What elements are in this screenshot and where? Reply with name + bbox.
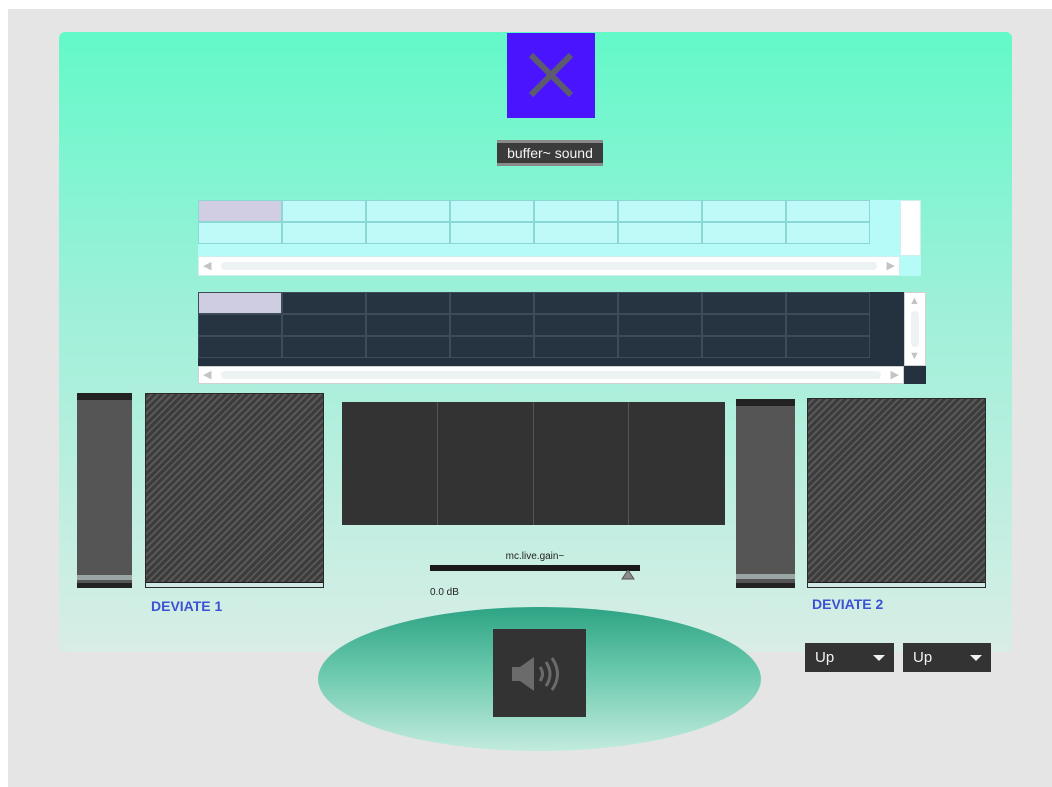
- grid-cell[interactable]: [534, 200, 618, 222]
- grid-cell[interactable]: [534, 336, 618, 358]
- light-grid-padding: [871, 200, 900, 256]
- dark-grid-padding: [871, 292, 904, 366]
- direction-dropdown-1[interactable]: Up: [805, 643, 894, 672]
- grid-cell[interactable]: [198, 336, 282, 358]
- grid-cell[interactable]: [618, 314, 702, 336]
- light-cell-grid[interactable]: [198, 200, 871, 244]
- gain-slider[interactable]: [430, 565, 640, 571]
- direction-dropdown-2[interactable]: Up: [903, 643, 991, 672]
- meter-segment: [629, 402, 725, 525]
- grid-cell[interactable]: [786, 222, 870, 244]
- grid-cell[interactable]: [366, 314, 450, 336]
- chevron-down-icon: [970, 655, 982, 661]
- gain-thumb-icon[interactable]: [621, 570, 635, 580]
- deviate2-xy-pad[interactable]: [807, 398, 986, 588]
- gain-value: 0.0 dB: [430, 587, 459, 598]
- grid-cell[interactable]: [198, 222, 282, 244]
- dark-grid-horizontal-scrollbar[interactable]: ◀ ▶: [198, 366, 904, 384]
- dark-grid-filler: [198, 358, 871, 366]
- deviate1-slider[interactable]: [77, 393, 132, 588]
- grid-cell[interactable]: [534, 314, 618, 336]
- grid-cell[interactable]: [450, 314, 534, 336]
- grid-cell[interactable]: [282, 200, 366, 222]
- grid-cell[interactable]: [618, 200, 702, 222]
- dropdown-value: Up: [913, 649, 933, 666]
- scroll-left-icon[interactable]: ◀: [203, 260, 211, 272]
- grid-cell[interactable]: [282, 292, 366, 314]
- close-icon: [528, 52, 574, 98]
- light-grid-filler: [198, 244, 871, 256]
- scroll-right-icon[interactable]: ▶: [887, 260, 895, 272]
- scroll-track[interactable]: [221, 262, 877, 270]
- dark-grid-corner: [904, 366, 926, 384]
- dark-cell-grid[interactable]: [198, 292, 871, 358]
- gain-object-name: mc.live.gain~: [505, 551, 565, 562]
- grid-cell[interactable]: [702, 200, 786, 222]
- scroll-down-icon[interactable]: ▼: [909, 350, 920, 362]
- grid-cell[interactable]: [366, 336, 450, 358]
- grid-cell[interactable]: [534, 292, 618, 314]
- slider-knob[interactable]: [77, 575, 132, 580]
- chevron-down-icon: [873, 655, 885, 661]
- grid-cell[interactable]: [618, 222, 702, 244]
- light-grid-corner: [900, 256, 921, 276]
- scroll-up-icon[interactable]: ▲: [909, 295, 920, 307]
- scroll-left-icon[interactable]: ◀: [203, 369, 211, 381]
- pad-strip: [808, 582, 985, 587]
- light-grid-horizontal-scrollbar[interactable]: ◀ ▶: [198, 256, 900, 276]
- grid-cell[interactable]: [786, 200, 870, 222]
- meter-segment: [342, 402, 438, 525]
- deviate2-slider[interactable]: [736, 399, 795, 588]
- grid-cell[interactable]: [618, 292, 702, 314]
- meter-segment: [438, 402, 534, 525]
- deviate1-xy-pad[interactable]: [145, 393, 324, 588]
- grid-cell[interactable]: [366, 200, 450, 222]
- grid-cell[interactable]: [198, 314, 282, 336]
- pad-strip: [146, 582, 323, 587]
- audio-toggle-button[interactable]: [493, 629, 586, 717]
- grid-cell[interactable]: [450, 336, 534, 358]
- scroll-right-icon[interactable]: ▶: [891, 369, 899, 381]
- dropdown-value: Up: [815, 649, 835, 666]
- meter-segment: [534, 402, 630, 525]
- grid-cell[interactable]: [366, 222, 450, 244]
- grid-cell[interactable]: [366, 292, 450, 314]
- light-grid-vertical-scrollbar[interactable]: [900, 200, 921, 256]
- speaker-icon: [512, 657, 559, 691]
- scroll-track[interactable]: [221, 371, 881, 379]
- close-button[interactable]: [507, 33, 595, 118]
- grid-cell[interactable]: [702, 314, 786, 336]
- grid-cell[interactable]: [702, 292, 786, 314]
- deviate1-label: DEVIATE 1: [151, 598, 223, 614]
- buffer-object[interactable]: buffer~ sound: [497, 140, 603, 166]
- grid-cell[interactable]: [618, 336, 702, 358]
- grid-cell[interactable]: [198, 200, 282, 222]
- grid-cell[interactable]: [702, 222, 786, 244]
- grid-cell[interactable]: [282, 314, 366, 336]
- grid-cell[interactable]: [786, 292, 870, 314]
- grid-cell[interactable]: [534, 222, 618, 244]
- grid-cell[interactable]: [450, 222, 534, 244]
- grid-cell[interactable]: [702, 336, 786, 358]
- grid-cell[interactable]: [282, 222, 366, 244]
- grid-cell[interactable]: [450, 292, 534, 314]
- grid-cell[interactable]: [450, 200, 534, 222]
- deviate2-label: DEVIATE 2: [812, 596, 884, 612]
- grid-cell[interactable]: [786, 314, 870, 336]
- grid-cell[interactable]: [282, 336, 366, 358]
- scroll-track[interactable]: [911, 311, 919, 347]
- level-meter: [342, 402, 725, 525]
- grid-cell[interactable]: [786, 336, 870, 358]
- grid-cell[interactable]: [198, 292, 282, 314]
- dark-grid-vertical-scrollbar[interactable]: ▲ ▼: [904, 292, 926, 366]
- slider-knob[interactable]: [736, 574, 795, 579]
